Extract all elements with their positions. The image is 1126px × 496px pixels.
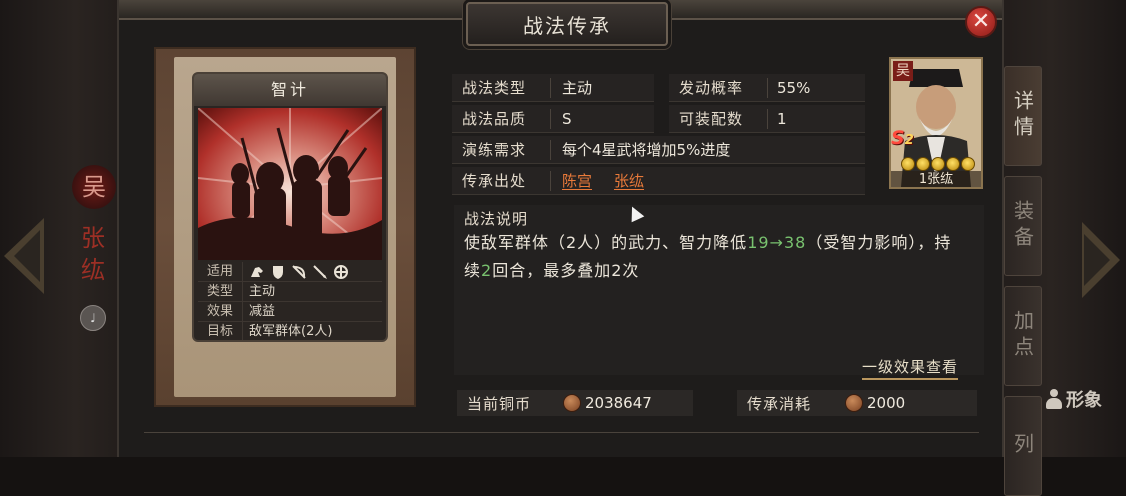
next-hero-arrow-icon[interactable] [1082, 222, 1120, 298]
troop-type-icons [243, 262, 349, 281]
duration-turns: 2 [481, 261, 493, 280]
star-icon [916, 157, 930, 171]
current-coins-label: 当前铜币 [467, 394, 532, 413]
first-level-effect-link[interactable]: 一级效果查看 [862, 356, 959, 380]
spear-icon [313, 264, 327, 279]
stat-row-type: 类型 主动 [198, 282, 382, 302]
value-to: 38 [783, 233, 807, 252]
value-from: 19 [747, 233, 770, 252]
copper-coin-icon [845, 394, 863, 412]
stat-value: 敌军群体(2人) [249, 324, 333, 339]
row-equip-count: 可装配数 1 [669, 105, 865, 133]
rank-letter: S [891, 127, 905, 149]
divider [550, 109, 551, 129]
divider [550, 78, 551, 98]
tab-add-points[interactable]: 加点 [1004, 286, 1042, 386]
stat-key: 效果 [198, 302, 243, 321]
bottom-divider [144, 432, 979, 433]
divider [767, 109, 768, 129]
previous-hero-arrow-icon[interactable] [4, 218, 44, 294]
tab-details[interactable]: 详情 [1004, 66, 1042, 166]
row-inherit-source: 传承出处 陈宫 张纮 [452, 167, 865, 195]
current-coins-row: 当前铜币 2038647 [457, 390, 693, 416]
star-icon [946, 157, 960, 171]
inherit-cost-value: 2000 [867, 394, 906, 412]
stat-value: 减益 [249, 304, 276, 319]
description-part-1: 使敌军群体（2人）的武力、智力降低 [464, 233, 748, 252]
image-button-label: 形象 [1066, 390, 1102, 411]
hero-stars [901, 157, 975, 171]
row-skill-quality: 战法品质 S [452, 105, 654, 133]
person-icon [1046, 389, 1062, 409]
stat-key: 类型 [198, 282, 243, 301]
copper-coin-icon [563, 394, 581, 412]
skill-art-image [198, 108, 382, 260]
stat-value: 主动 [249, 284, 276, 299]
skill-quality-label: 战法品质 [462, 110, 527, 128]
close-icon[interactable]: ✕ [965, 6, 997, 38]
divider [767, 78, 768, 98]
row-training-requirement: 演练需求 每个4星武将增加5%进度 [452, 136, 865, 164]
siege-icon [334, 264, 348, 279]
card-stats: 适用 类型 主动 效果 减益 目标 敌军群体(2人) [198, 262, 382, 340]
inherit-cost-label: 传承消耗 [747, 394, 812, 413]
hero-faction-emblem: 吴 [72, 165, 116, 209]
description-part-3: 回合，最多叠加2次 [492, 261, 640, 280]
dialog-title: 战法传承 [466, 2, 668, 46]
rank-level: 2 [904, 133, 914, 148]
value-arrow: → [769, 233, 784, 252]
skill-card: 智计 适用 类型 主动 效果 减益 目标 敌军群体(2人) [192, 72, 388, 342]
speaker-icon[interactable]: ♩ [80, 305, 106, 331]
equip-count-value: 1 [777, 110, 787, 128]
skill-type-value: 主动 [562, 79, 593, 97]
hero-portrait-name: 1张纮 [891, 171, 981, 187]
stat-key: 适用 [198, 262, 243, 281]
portrait-faction-badge: 吴 [893, 61, 913, 81]
hero-rank-badge: S2 [891, 127, 914, 149]
stat-key: 目标 [198, 322, 243, 340]
tab-list[interactable]: 列 [1004, 396, 1042, 496]
star-icon [931, 157, 945, 171]
skill-description-panel: 战法说明 使敌军群体（2人）的武力、智力降低19→38（受智力影响），持续2回合… [454, 205, 984, 375]
trigger-probability-value: 55% [777, 79, 811, 97]
divider [550, 140, 551, 160]
trigger-probability-label: 发动概率 [679, 79, 744, 97]
bow-icon [292, 264, 306, 279]
image-button[interactable]: 形象 [1046, 386, 1102, 412]
row-trigger-probability: 发动概率 55% [669, 74, 865, 102]
stat-row-target: 目标 敌军群体(2人) [198, 322, 382, 340]
current-coins-value: 2038647 [585, 394, 652, 412]
training-requirement-label: 演练需求 [462, 141, 527, 159]
skill-quality-value: S [562, 110, 572, 128]
description-title: 战法说明 [464, 210, 529, 228]
tab-equipment[interactable]: 装备 [1004, 176, 1042, 276]
skill-type-label: 战法类型 [462, 79, 527, 97]
equip-count-label: 可装配数 [679, 110, 744, 128]
star-icon [961, 157, 975, 171]
description-text: 使敌军群体（2人）的武力、智力降低19→38（受智力影响），持续2回合，最多叠加… [464, 229, 954, 285]
hero-name-vertical: 张纮 [81, 224, 105, 284]
row-skill-type: 战法类型 主动 [452, 74, 654, 102]
card-title: 智计 [194, 74, 386, 106]
skill-inherit-dialog: 战法传承 ✕ 智计 适用 类型 主动 效果 减益 目标 敌军群体(2人) 战法类… [117, 0, 1004, 457]
source-link-chen-gong[interactable]: 陈宫 [562, 167, 592, 195]
stat-row-effect: 效果 减益 [198, 302, 382, 322]
inherit-source-label: 传承出处 [462, 172, 527, 190]
inherit-cost-row: 传承消耗 2000 [737, 390, 977, 416]
shield-icon [273, 265, 283, 279]
stat-row-applicable: 适用 [198, 262, 382, 282]
hero-portrait-card[interactable]: 吴 S2 1张纮 [889, 57, 983, 189]
cavalry-icon [251, 266, 263, 277]
star-icon [901, 157, 915, 171]
divider [550, 171, 551, 191]
training-requirement-value: 每个4星武将增加5%进度 [562, 141, 731, 159]
source-link-zhang-hong[interactable]: 张纮 [614, 167, 644, 195]
